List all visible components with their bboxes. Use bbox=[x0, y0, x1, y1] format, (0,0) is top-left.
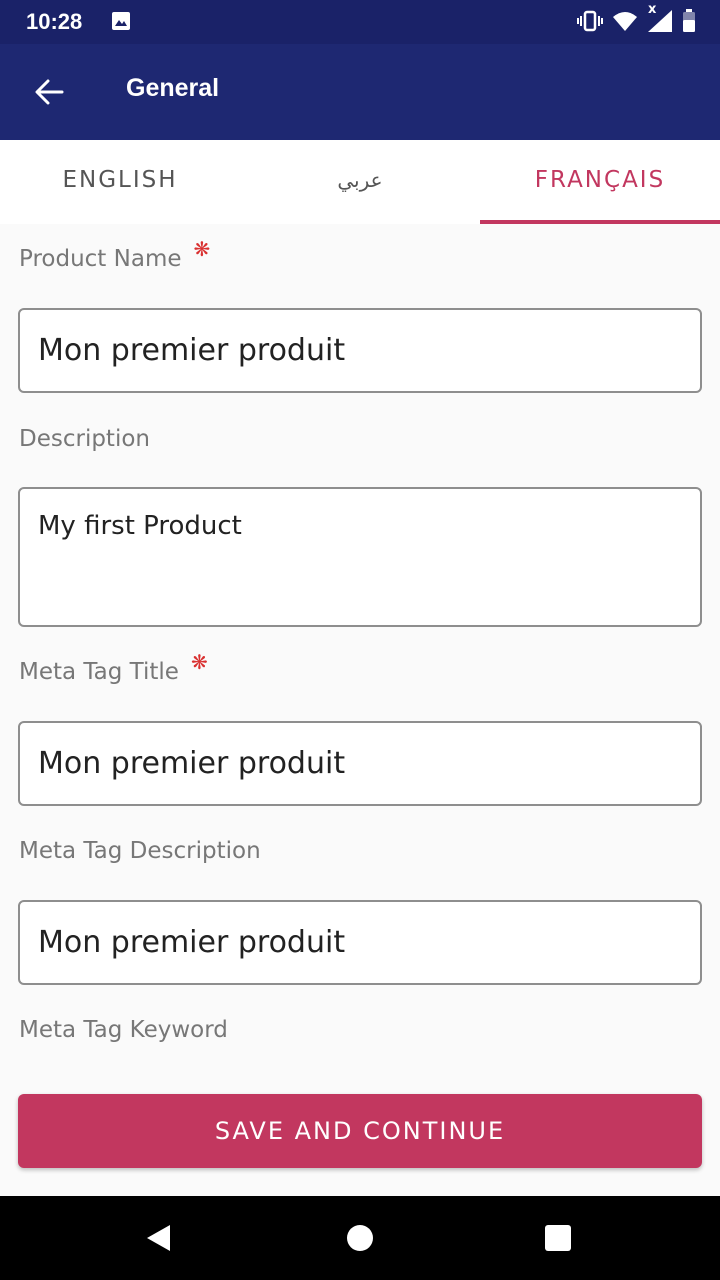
product-name-input[interactable]: Mon premier produit bbox=[18, 308, 702, 393]
nav-back-icon bbox=[147, 1225, 170, 1251]
meta-tag-keyword-label: Meta Tag Keyword bbox=[19, 1017, 228, 1043]
tab-french[interactable]: FRANÇAIS bbox=[480, 140, 720, 224]
arrow-back-icon bbox=[35, 79, 64, 105]
nav-home-button[interactable] bbox=[342, 1220, 378, 1256]
app-bar: General bbox=[0, 44, 720, 140]
description-label: Description bbox=[19, 426, 150, 452]
nav-recents-button[interactable] bbox=[540, 1220, 576, 1256]
required-marker: ❋ bbox=[193, 237, 211, 261]
product-name-label: Product Name ❋ bbox=[19, 237, 210, 272]
product-name-label-text: Product Name bbox=[19, 246, 182, 272]
status-time: 10:28 bbox=[26, 9, 83, 34]
description-input[interactable]: My first Product bbox=[18, 487, 702, 627]
nav-home-icon bbox=[347, 1225, 373, 1251]
save-and-continue-button[interactable]: SAVE AND CONTINUE bbox=[18, 1094, 702, 1168]
tab-arabic[interactable]: عربي bbox=[240, 140, 480, 224]
status-icons: x bbox=[576, 2, 696, 38]
page-title: General bbox=[126, 74, 220, 102]
no-data-badge: x bbox=[648, 2, 657, 17]
battery-icon bbox=[682, 9, 696, 37]
tab-english[interactable]: ENGLISH bbox=[0, 140, 240, 224]
meta-tag-title-label: Meta Tag Title ❋ bbox=[19, 650, 208, 685]
image-notification-icon bbox=[111, 11, 131, 35]
meta-tag-description-input[interactable]: Mon premier produit bbox=[18, 900, 702, 985]
meta-tag-title-label-text: Meta Tag Title bbox=[19, 659, 179, 685]
required-marker: ❋ bbox=[190, 650, 208, 674]
cell-signal-icon: x bbox=[646, 2, 674, 38]
meta-tag-title-value: Mon premier produit bbox=[38, 746, 346, 781]
system-nav-bar bbox=[0, 1196, 720, 1280]
product-name-value: Mon premier produit bbox=[38, 333, 346, 368]
nav-back-button[interactable] bbox=[140, 1220, 176, 1256]
nav-recents-icon bbox=[545, 1225, 571, 1251]
back-button[interactable] bbox=[22, 68, 76, 116]
meta-tag-title-input[interactable]: Mon premier produit bbox=[18, 721, 702, 806]
wifi-icon bbox=[612, 10, 638, 36]
meta-tag-description-label: Meta Tag Description bbox=[19, 838, 261, 864]
description-value: My first Product bbox=[38, 511, 242, 541]
status-bar: 10:28 x bbox=[0, 0, 720, 44]
vibrate-icon bbox=[576, 10, 604, 36]
meta-tag-description-value: Mon premier produit bbox=[38, 925, 346, 960]
language-tabs: ENGLISH عربي FRANÇAIS bbox=[0, 140, 720, 224]
